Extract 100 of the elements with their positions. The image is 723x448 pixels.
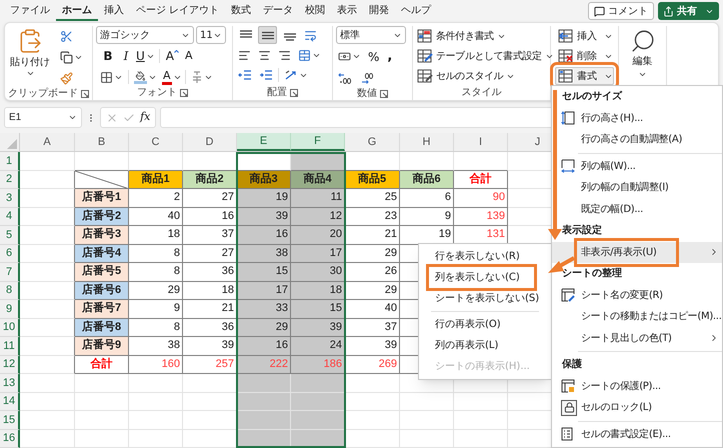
ribbon-tab[interactable]: 校閲 xyxy=(299,1,332,21)
launcher-icon[interactable] xyxy=(290,88,298,96)
column-header[interactable]: E xyxy=(237,133,291,151)
indent-icon xyxy=(259,69,273,81)
menu-item[interactable]: シートを表示しない(S) xyxy=(429,288,546,309)
table-cell: 6 xyxy=(400,189,454,208)
menu-item[interactable]: 列を表示しない(C) xyxy=(429,267,534,288)
editing-button[interactable]: 編集 xyxy=(619,26,666,79)
table-cell: 29 xyxy=(345,244,400,263)
table-cell: 12 xyxy=(291,208,345,226)
comma-button[interactable]: , xyxy=(384,47,396,66)
ribbon-tab[interactable]: ヘルプ xyxy=(395,1,438,21)
selected-cell xyxy=(291,411,345,430)
row-header[interactable]: 14 xyxy=(0,392,20,411)
column-header[interactable]: I xyxy=(454,133,508,151)
scissors-icon xyxy=(60,30,73,42)
search-icon xyxy=(630,28,656,54)
shrink-font-button[interactable]: A xyxy=(183,47,195,65)
row-header[interactable]: 15 xyxy=(0,411,20,430)
cells-button[interactable]: 挿入 xyxy=(555,27,614,45)
row-header[interactable]: 11 xyxy=(0,337,20,356)
selected-cell xyxy=(237,374,291,392)
underline-button[interactable]: U xyxy=(136,47,155,65)
ribbon-tab[interactable]: データ xyxy=(257,1,300,21)
table-cell: 29 xyxy=(237,318,291,337)
bold-button[interactable]: B xyxy=(100,47,116,65)
paste-button[interactable]: 貼り付け xyxy=(8,26,52,87)
row-header[interactable]: 10 xyxy=(0,318,20,337)
table-cell: 29 xyxy=(129,282,183,300)
row-header[interactable]: 9 xyxy=(0,300,20,318)
row-header[interactable]: 3 xyxy=(0,189,20,208)
number-format-field[interactable]: 標準 xyxy=(336,26,406,44)
ribbon-tab[interactable]: 表示 xyxy=(331,1,364,21)
row-header[interactable]: 7 xyxy=(0,263,20,282)
ribbon-tab[interactable]: 開発 xyxy=(363,1,396,21)
launcher-icon[interactable] xyxy=(380,90,388,98)
ribbon-tab[interactable]: 挿入 xyxy=(98,1,130,21)
comment-button[interactable]: コメント xyxy=(588,2,654,20)
insert-function-button[interactable]: fx xyxy=(140,109,150,126)
launcher-icon[interactable] xyxy=(180,89,188,97)
phonetic-guide-icon xyxy=(190,70,203,84)
row-header[interactable]: 8 xyxy=(0,282,20,300)
column-header[interactable]: H xyxy=(400,133,454,151)
grow-font-button[interactable]: A xyxy=(164,47,182,65)
column-header[interactable]: C xyxy=(129,133,183,151)
menu-item[interactable]: 行の再表示(O) xyxy=(429,314,507,335)
menu-item[interactable]: シート見出しの色(T) xyxy=(552,328,722,349)
column-header[interactable]: G xyxy=(345,133,400,151)
ribbon-tab[interactable]: ページ レイアウト xyxy=(130,1,226,21)
ribbon-tab[interactable]: ファイル xyxy=(4,1,56,21)
empty-cell xyxy=(75,374,129,392)
menu-item[interactable]: 行の高さ(H)... xyxy=(552,108,722,129)
font-color-button[interactable]: A xyxy=(162,68,182,86)
row-label-cell: 店番号9 xyxy=(75,337,129,356)
menu-item[interactable]: セルの書式設定(E)... xyxy=(552,424,722,445)
menu-item[interactable]: 列の幅の自動調整(I) xyxy=(552,177,722,198)
percent-button[interactable]: % xyxy=(366,48,382,66)
row-header[interactable]: 6 xyxy=(0,244,20,263)
table-cell: 17 xyxy=(237,282,291,300)
row-header[interactable]: 12 xyxy=(0,356,20,374)
indent-icon xyxy=(238,69,252,81)
menu-item[interactable]: シートの保護(P)... xyxy=(552,376,722,397)
italic-button[interactable]: I xyxy=(118,47,134,65)
menu-item[interactable]: セルのロック(L) xyxy=(552,397,722,418)
menu-item[interactable]: 既定の幅(D)... xyxy=(552,198,722,220)
column-header[interactable]: F xyxy=(291,133,345,151)
table-cell: 21 xyxy=(345,226,400,244)
menu-item[interactable]: 列の幅(W)... xyxy=(552,156,722,177)
menu-item[interactable]: 列の再表示(L) xyxy=(429,335,504,356)
font-name-field[interactable]: 游ゴシック xyxy=(96,26,194,44)
vertical-align-button[interactable] xyxy=(258,26,277,44)
share-button[interactable]: 共有 xyxy=(658,2,719,20)
name-box[interactable]: E1 xyxy=(4,107,82,128)
menu-item[interactable]: シートの移動またはコピー(M)... xyxy=(552,306,722,328)
column-heading-cell: 商品5 xyxy=(345,170,400,189)
selected-cell xyxy=(291,392,345,411)
colored-grid-icon xyxy=(417,29,433,43)
row-header[interactable]: 5 xyxy=(0,226,20,244)
row-header[interactable]: 1 xyxy=(0,152,20,170)
row-header[interactable]: 4 xyxy=(0,208,20,226)
launcher-icon[interactable] xyxy=(81,90,89,98)
table-cell: 37 xyxy=(183,226,237,244)
row-header[interactable]: 2 xyxy=(0,170,20,189)
table-cell: 16 xyxy=(237,226,291,244)
menu-section-heading: 保護 xyxy=(562,358,582,372)
style-button[interactable]: 条件付き書式 xyxy=(417,27,546,45)
menu-item[interactable]: シート名の変更(R) xyxy=(552,284,722,306)
total-cell: 269 xyxy=(345,356,400,374)
share-icon xyxy=(663,6,674,16)
row-header[interactable]: 13 xyxy=(0,374,20,392)
menu-item[interactable]: 行を表示しない(R) xyxy=(429,246,526,267)
ribbon-tab[interactable]: 数式 xyxy=(225,1,258,21)
style-button[interactable]: テーブルとして書式設定 xyxy=(417,47,546,65)
column-header[interactable]: B xyxy=(75,133,129,151)
row-header[interactable]: 16 xyxy=(0,430,20,448)
total-cell: 160 xyxy=(129,356,183,374)
style-button[interactable]: セルのスタイル xyxy=(417,67,546,85)
align-lines-icon xyxy=(261,30,274,40)
column-header[interactable]: A xyxy=(20,133,75,151)
font-size-field[interactable]: 11 xyxy=(196,26,226,44)
